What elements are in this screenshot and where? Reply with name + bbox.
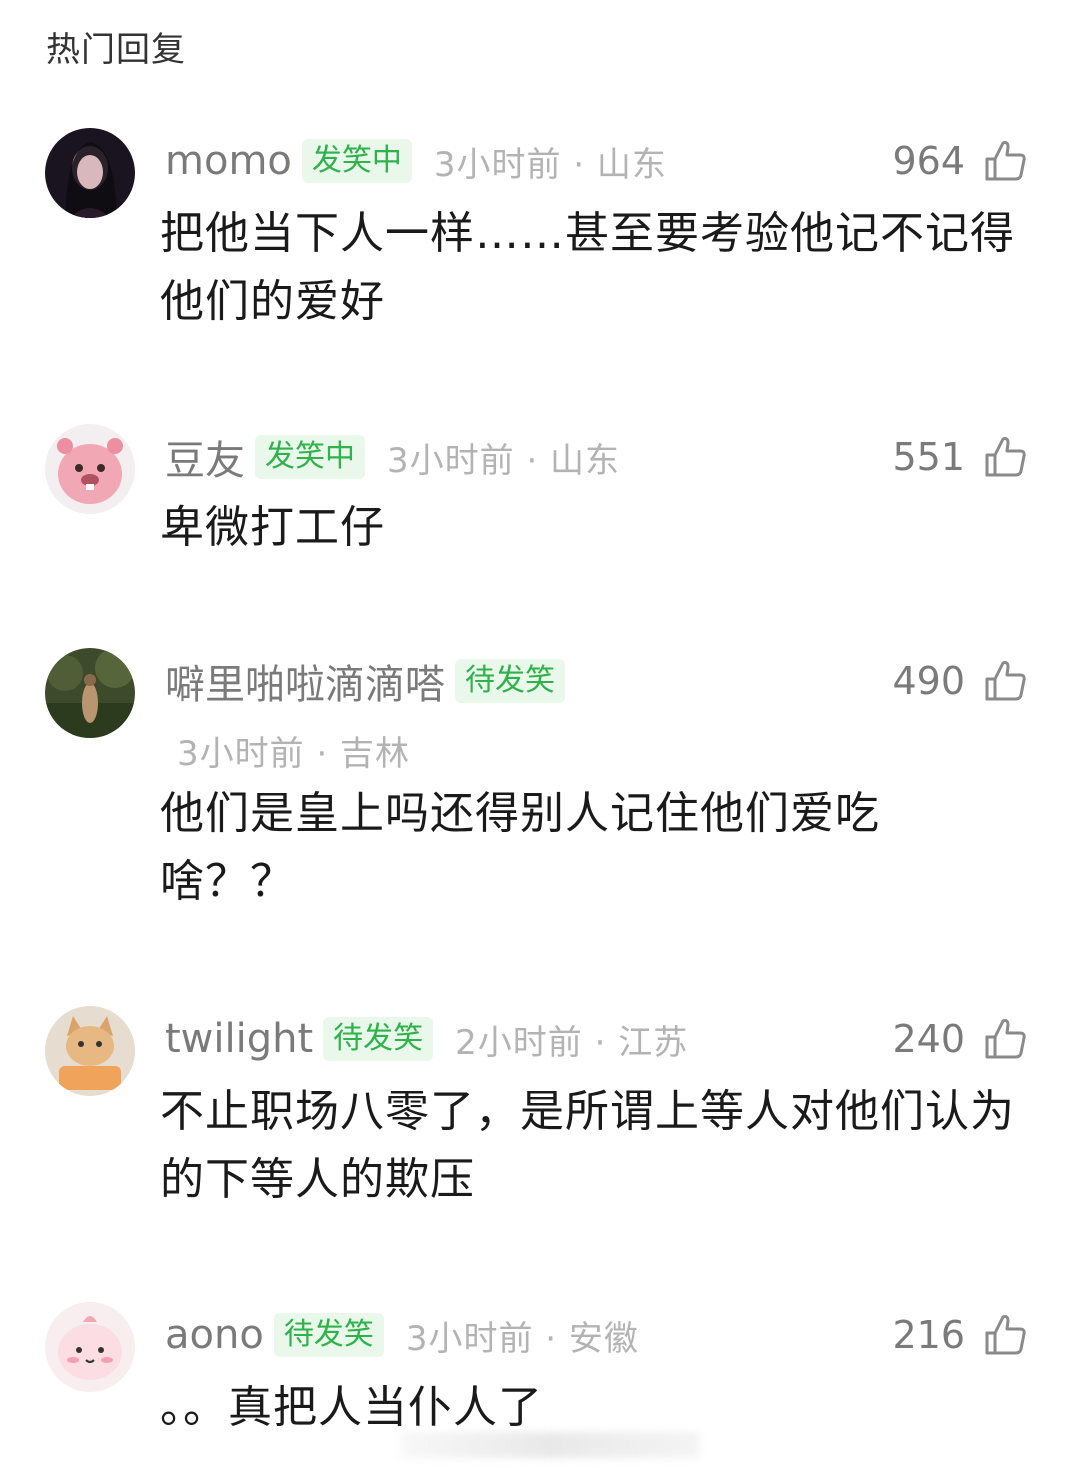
username[interactable]: aono <box>165 1312 264 1358</box>
thumbs-up-icon <box>981 657 1029 705</box>
like-count: 216 <box>892 1313 965 1357</box>
section-title: 热门回复 <box>46 30 186 70</box>
avatar[interactable] <box>45 1302 135 1392</box>
avatar-pink-blob-icon <box>45 1302 135 1392</box>
time-location: 3小时前 · 吉林 <box>177 734 411 774</box>
like-count: 964 <box>892 139 965 183</box>
username[interactable]: twilight <box>165 1016 313 1062</box>
thumbs-up-icon <box>981 1015 1029 1063</box>
thumbs-up-icon <box>981 1311 1029 1359</box>
comment-text: 不止职场八零了，是所谓上等人对他们认为的下等人的欺压 <box>160 1086 1015 1205</box>
like-button[interactable]: 964 <box>892 136 1029 186</box>
status-badge: 待发笑 <box>455 659 565 703</box>
avatar-dark-portrait-icon <box>45 128 135 218</box>
avatar-cat-icon <box>45 1006 135 1096</box>
username[interactable]: momo <box>165 138 292 184</box>
avatar[interactable] <box>45 648 135 738</box>
status-badge: 待发笑 <box>323 1017 434 1061</box>
status-badge: 待发笑 <box>273 1313 384 1357</box>
time-location: 3小时前 · 山东 <box>433 144 667 185</box>
watermark-blur <box>400 1432 700 1458</box>
avatar-forest-figure-icon <box>45 648 135 738</box>
thumbs-up-icon <box>981 433 1029 481</box>
thumbs-up-icon <box>981 137 1029 185</box>
time-location: 3小时前 · 山东 <box>387 440 621 481</box>
time-location: 2小时前 · 江苏 <box>455 1022 689 1063</box>
status-badge: 发笑中 <box>255 435 365 479</box>
avatar[interactable] <box>45 424 135 514</box>
avatar-pink-beaver-icon <box>45 424 135 514</box>
comment-text: 卑微打工仔 <box>160 502 385 553</box>
username[interactable]: 噼里啪啦滴滴嗒 <box>165 652 445 710</box>
comment-text: 把他当下人一样……甚至要考验他记不记得他们的爱好 <box>160 208 1015 327</box>
username[interactable]: 豆友 <box>165 428 245 486</box>
like-count: 490 <box>892 659 965 703</box>
like-button[interactable]: 240 <box>892 1014 1029 1064</box>
comment-text: 他们是皇上吗还得别人记住他们爱吃啥？？ <box>160 788 880 907</box>
like-button[interactable]: 551 <box>892 432 1029 482</box>
like-count: 240 <box>892 1017 965 1061</box>
avatar[interactable] <box>45 128 135 218</box>
status-badge: 发笑中 <box>301 139 412 183</box>
avatar[interactable] <box>45 1006 135 1096</box>
like-button[interactable]: 216 <box>892 1310 1029 1360</box>
time-location: 3小时前 · 安徽 <box>405 1318 639 1359</box>
like-button[interactable]: 490 <box>892 656 1029 706</box>
like-count: 551 <box>892 435 965 479</box>
